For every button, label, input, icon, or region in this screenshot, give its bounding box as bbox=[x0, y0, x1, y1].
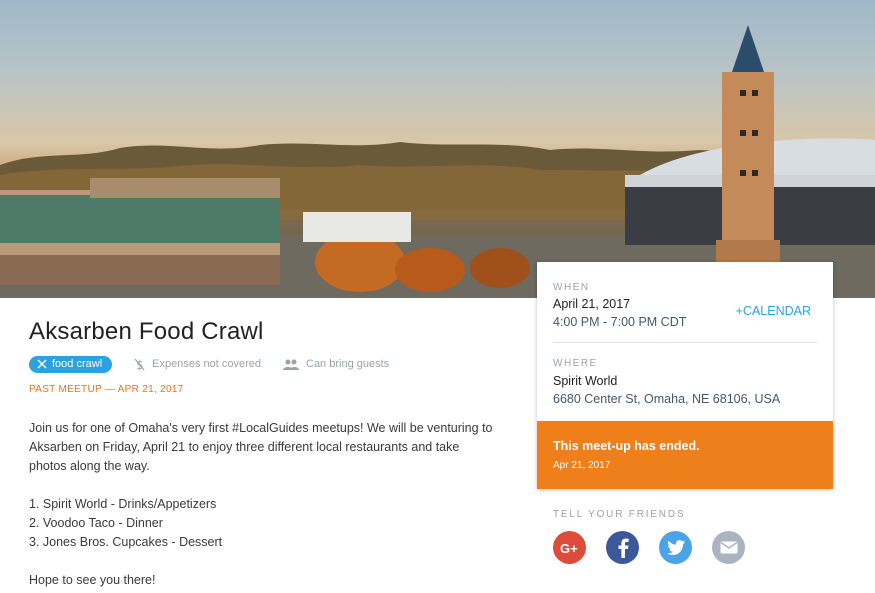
ended-date: Apr 21, 2017 bbox=[553, 460, 611, 471]
when-label: WHEN bbox=[553, 282, 590, 293]
add-to-calendar-link[interactable]: +CALENDAR bbox=[736, 304, 811, 318]
description-closing: Hope to see you there! bbox=[29, 573, 156, 587]
facebook-icon bbox=[618, 538, 629, 558]
google-plus-icon: G+ bbox=[560, 541, 578, 555]
svg-text:G+: G+ bbox=[560, 541, 578, 555]
utensils-icon bbox=[37, 359, 47, 369]
venue-name: Spirit World bbox=[553, 374, 618, 388]
event-date: April 21, 2017 bbox=[553, 297, 631, 311]
hero-illustration bbox=[0, 25, 875, 298]
share-twitter-button[interactable] bbox=[659, 531, 692, 564]
hero-image bbox=[0, 0, 875, 298]
event-ended-banner: This meet-up has ended. Apr 21, 2017 bbox=[537, 421, 833, 489]
no-money-icon: $ bbox=[134, 358, 145, 371]
past-meetup-label: PAST MEETUP — APR 21, 2017 bbox=[29, 384, 184, 395]
event-details-card: WHEN April 21, 2017 4:00 PM - 7:00 PM CD… bbox=[537, 262, 833, 489]
guests-label: Can bring guests bbox=[306, 358, 390, 370]
description-intro: Join us for one of Omaha's very first #L… bbox=[29, 421, 493, 473]
where-label: WHERE bbox=[553, 358, 598, 369]
people-icon bbox=[283, 359, 299, 370]
description-item-1: 1. Spirit World - Drinks/Appetizers bbox=[29, 497, 217, 511]
tell-friends-label: TELL YOUR FRIENDS bbox=[553, 509, 686, 520]
card-divider bbox=[553, 342, 817, 343]
ended-message: This meet-up has ended. bbox=[553, 439, 700, 453]
share-facebook-button[interactable] bbox=[606, 531, 639, 564]
email-icon bbox=[720, 541, 737, 554]
event-title: Aksarben Food Crawl bbox=[29, 318, 264, 345]
event-meta-row: food crawl $ Expenses not covered Can br… bbox=[29, 355, 389, 373]
description-item-2: 2. Voodoo Taco - Dinner bbox=[29, 516, 163, 530]
event-time: 4:00 PM - 7:00 PM CDT bbox=[553, 315, 687, 329]
share-email-button[interactable] bbox=[712, 531, 745, 564]
event-description: Join us for one of Omaha's very first #L… bbox=[29, 419, 499, 590]
expenses-label: Expenses not covered bbox=[152, 358, 261, 370]
venue-address[interactable]: 6680 Center St, Omaha, NE 68106, USA bbox=[553, 392, 780, 406]
twitter-icon bbox=[666, 540, 685, 555]
guests-info: Can bring guests bbox=[283, 358, 389, 370]
expenses-info: $ Expenses not covered bbox=[134, 358, 261, 371]
description-item-3: 3. Jones Bros. Cupcakes - Dessert bbox=[29, 535, 223, 549]
share-google-plus-button[interactable]: G+ bbox=[553, 531, 586, 564]
tag-label: food crawl bbox=[52, 358, 103, 370]
food-crawl-tag[interactable]: food crawl bbox=[29, 355, 113, 373]
